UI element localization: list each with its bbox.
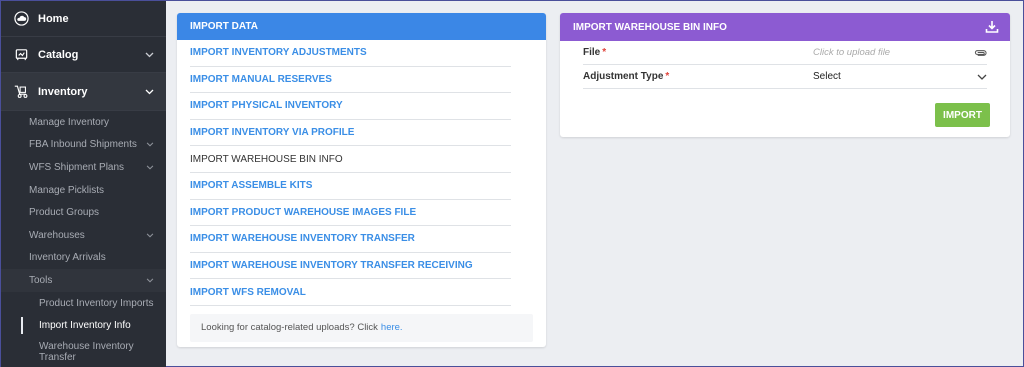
link-import-warehouse-inventory-transfer[interactable]: IMPORT WAREHOUSE INVENTORY TRANSFER [190,226,511,253]
sidebar-item-wfs-plans[interactable]: WFS Shipment Plans [1,156,166,179]
file-label: File * [583,47,607,58]
sidebar-item-label: Warehouse Inventory Transfer [39,340,134,363]
sidebar-item-warehouses[interactable]: Warehouses [1,224,166,247]
link-import-physical-inventory[interactable]: IMPORT PHYSICAL INVENTORY [190,93,511,120]
panel-title: IMPORT DATA [190,21,258,32]
chevron-down-icon [145,87,154,97]
link-import-product-warehouse-images[interactable]: IMPORT PRODUCT WAREHOUSE IMAGES FILE [190,200,511,227]
sidebar-item-tools[interactable]: Tools [1,269,166,292]
link-import-inventory-via-profile[interactable]: IMPORT INVENTORY VIA PROFILE [190,120,511,147]
nav-catalog[interactable]: Catalog [1,37,166,73]
sidebar-item-import-inventory-info[interactable]: Import Inventory Info [1,314,166,337]
sidebar-item-label: Product Groups [29,207,100,219]
bin-info-panel: IMPORT WAREHOUSE BIN INFO File * Click to… [560,13,1010,137]
nav-inventory[interactable]: Inventory [1,73,166,111]
chevron-down-icon [146,276,154,285]
import-links-list: IMPORT INVENTORY ADJUSTMENTS IMPORT MANU… [177,40,546,306]
footer-text: Looking for catalog-related uploads? Cli… [201,322,378,334]
sidebar-item-fba-inbound[interactable]: FBA Inbound Shipments [1,134,166,157]
sidebar-item-label: Manage Picklists [29,184,105,196]
panel-title: IMPORT WAREHOUSE BIN INFO [573,21,727,33]
chevron-down-icon [146,140,154,149]
download-icon[interactable] [984,19,1000,35]
link-import-warehouse-bin-info[interactable]: IMPORT WAREHOUSE BIN INFO [190,146,511,173]
adjustment-type-row: Adjustment Type * Select [583,65,987,89]
sidebar-item-arrivals[interactable]: Inventory Arrivals [1,247,166,270]
chevron-down-icon [145,50,154,60]
sidebar-item-manage-inventory[interactable]: Manage Inventory [1,111,166,134]
adjustment-type-label: Adjustment Type * [583,71,670,82]
sidebar-item-picklists[interactable]: Manage Picklists [1,179,166,202]
chevron-down-icon [146,231,154,240]
import-data-header: IMPORT DATA [177,13,546,40]
import-data-panel: IMPORT DATA IMPORT INVENTORY ADJUSTMENTS… [177,13,546,347]
nav-home[interactable]: Home [1,1,166,37]
sidebar-item-label: Product Inventory Imports [39,297,154,309]
adjustment-type-select[interactable]: Select [813,71,969,82]
link-import-assemble-kits[interactable]: IMPORT ASSEMBLE KITS [190,173,511,200]
paperclip-icon[interactable] [969,49,987,57]
sidebar-item-label: Tools [29,274,53,286]
sidebar-item-label: WFS Shipment Plans [29,161,125,173]
sidebar-item-product-inventory-imports[interactable]: Product Inventory Imports [1,292,166,315]
sidebar-item-product-groups[interactable]: Product Groups [1,201,166,224]
cloud-icon [13,11,29,27]
required-mark: * [665,71,670,82]
sidebar-item-label: FBA Inbound Shipments [29,139,137,151]
link-import-manual-reserves[interactable]: IMPORT MANUAL RESERVES [190,67,511,94]
import-button[interactable]: IMPORT [935,103,990,127]
catalog-uploads-link[interactable]: here. [381,322,403,333]
sidebar: Home Catalog Inventory Manage Inventory … [1,1,166,367]
sidebar-item-label: Manage Inventory [29,116,110,128]
link-import-inventory-adjustments[interactable]: IMPORT INVENTORY ADJUSTMENTS [190,40,511,67]
catalog-uploads-note: Looking for catalog-related uploads? Cli… [190,313,533,342]
chevron-down-icon[interactable] [969,74,987,80]
hand-truck-icon [13,84,29,100]
catalog-icon [13,47,29,63]
nav-catalog-label: Catalog [38,48,79,61]
nav-home-label: Home [38,12,69,25]
sidebar-item-label: Warehouses [29,229,85,241]
chevron-down-icon [146,163,154,172]
nav-inventory-label: Inventory [38,85,88,98]
link-import-transfer-receiving[interactable]: IMPORT WAREHOUSE INVENTORY TRANSFER RECE… [190,253,511,280]
file-row: File * Click to upload file [583,41,987,65]
sidebar-item-label: Inventory Arrivals [29,252,106,264]
file-upload-field[interactable]: Click to upload file [813,47,969,58]
sidebar-item-label: Import Inventory Info [39,320,131,332]
bin-info-header: IMPORT WAREHOUSE BIN INFO [560,13,1010,41]
required-mark: * [602,47,607,58]
link-import-wfs-removal[interactable]: IMPORT WFS REMOVAL [190,279,511,306]
sidebar-item-warehouse-inventory-transfer[interactable]: Warehouse Inventory Transfer [1,337,166,367]
inventory-submenu: Manage Inventory FBA Inbound Shipments W… [1,111,166,367]
